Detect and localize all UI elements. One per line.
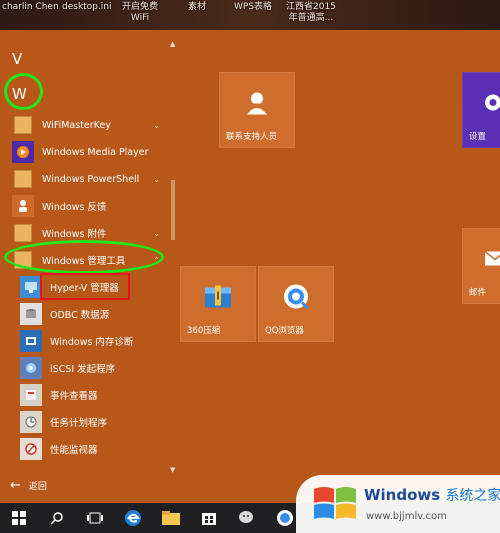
app-item-memory-diagnostic[interactable]: Windows 内存诊断 — [0, 328, 170, 354]
watermark: Windows 系统之家 www.bjjmlv.com — [296, 475, 500, 533]
odbc-icon — [20, 303, 42, 325]
tile-qq-browser[interactable]: QQ浏览器 — [258, 266, 334, 342]
edge-icon[interactable] — [114, 503, 152, 533]
hyperv-icon — [20, 276, 42, 298]
tile-mail[interactable]: 邮件 — [462, 228, 500, 304]
app-label: WiFiMasterKey — [42, 119, 111, 131]
task-scheduler-icon — [20, 411, 42, 433]
app-label: 事件查看器 — [50, 391, 98, 402]
support-person-icon — [244, 90, 270, 119]
zip-icon — [204, 284, 232, 313]
event-viewer-icon — [20, 384, 42, 406]
app-item-windows-powershell[interactable]: Windows PowerShell ⌄ — [0, 166, 170, 192]
tile-label: 设置 — [469, 132, 487, 142]
watermark-url: www.bjjmlv.com — [366, 511, 447, 522]
tile-settings[interactable]: 设置 — [462, 72, 500, 148]
search-icon[interactable] — [38, 503, 76, 533]
windows-start-icon[interactable] — [0, 503, 38, 533]
back-label: 返回 — [28, 482, 47, 492]
app-label: Windows 反馈 — [42, 202, 107, 213]
windows-logo-icon — [312, 483, 358, 528]
qq-browser-icon — [282, 283, 310, 314]
annotation-rect-hyperv — [40, 273, 130, 300]
watermark-suffix: 系统之家 — [445, 488, 500, 504]
tile-label: 360压缩 — [187, 326, 221, 336]
desktop-icon-label[interactable]: WPS表格 — [234, 2, 272, 13]
app-item-odbc[interactable]: ODBC 数据源 — [0, 301, 170, 327]
file-explorer-icon[interactable] — [152, 503, 190, 533]
app-item-performance-monitor[interactable]: 性能监视器 — [0, 436, 170, 462]
letter-header-v[interactable]: V — [12, 50, 22, 68]
memory-diagnostic-icon — [20, 330, 42, 352]
desktop-strip: charlin Chen desktop.ini 开启免费 WiFi 素材 WP… — [0, 0, 500, 30]
envelope-icon — [484, 250, 500, 270]
annotation-circle-w — [4, 73, 43, 110]
tile-contact-support[interactable]: 联系支持人员 — [219, 72, 295, 148]
app-item-wifimasterkey[interactable]: WiFiMasterKey ⌄ — [0, 112, 170, 138]
scroll-thumb[interactable] — [171, 180, 175, 240]
tile-360zip[interactable]: 360压缩 — [180, 266, 256, 342]
app-list-scrollbar[interactable]: ▲ ▼ — [170, 40, 175, 480]
folder-icon — [12, 222, 34, 244]
wechat-icon[interactable] — [228, 503, 266, 533]
desktop-icon-label[interactable]: desktop.ini — [62, 2, 111, 13]
store-icon[interactable] — [190, 503, 228, 533]
annotation-ellipse-admin-tools — [4, 240, 164, 274]
app-item-windows-feedback[interactable]: Windows 反馈 — [0, 193, 170, 219]
scroll-up-icon[interactable]: ▲ — [170, 40, 175, 48]
watermark-brand: Windows — [364, 486, 441, 504]
chevron-down-icon: ⌄ — [153, 120, 160, 130]
app-label: ODBC 数据源 — [50, 310, 110, 321]
scroll-down-icon[interactable]: ▼ — [170, 466, 175, 474]
app-item-task-scheduler[interactable]: 任务计划程序 — [0, 409, 170, 435]
desktop-icon-label[interactable]: 江西省2015 年普通高... — [286, 2, 336, 24]
chevron-down-icon: ⌄ — [153, 228, 160, 238]
task-view-icon[interactable] — [76, 503, 114, 533]
app-label: Windows PowerShell — [42, 173, 140, 185]
media-player-icon — [12, 141, 34, 163]
tile-label: QQ浏览器 — [265, 326, 304, 336]
watermark-title: Windows 系统之家 — [364, 485, 500, 505]
performance-monitor-icon — [20, 438, 42, 460]
gear-icon — [482, 92, 500, 117]
back-button[interactable]: ← 返回 — [10, 478, 47, 493]
tile-label: 联系支持人员 — [226, 132, 278, 142]
tile-label: 邮件 — [469, 288, 487, 298]
app-label: 性能监视器 — [50, 445, 98, 456]
app-item-event-viewer[interactable]: 事件查看器 — [0, 382, 170, 408]
app-label: Windows 内存诊断 — [50, 337, 134, 348]
app-label: iSCSI 发起程序 — [50, 364, 116, 375]
app-label: Windows Media Player — [42, 146, 149, 158]
desktop-icon-label[interactable]: charlin Chen — [2, 2, 59, 13]
folder-icon — [12, 114, 34, 136]
app-label: 任务计划程序 — [50, 418, 108, 429]
chevron-down-icon: ⌄ — [153, 174, 160, 184]
back-arrow-icon: ← — [10, 478, 21, 493]
iscsi-icon — [20, 357, 42, 379]
desktop-icon-label[interactable]: 素材 — [188, 2, 206, 13]
app-label: Windows 附件 — [42, 229, 107, 240]
app-item-windows-media-player[interactable]: Windows Media Player — [0, 139, 170, 165]
folder-icon — [12, 168, 34, 190]
desktop-icon-label[interactable]: 开启免费 WiFi — [122, 2, 158, 24]
app-item-iscsi[interactable]: iSCSI 发起程序 — [0, 355, 170, 381]
feedback-icon — [12, 195, 34, 217]
